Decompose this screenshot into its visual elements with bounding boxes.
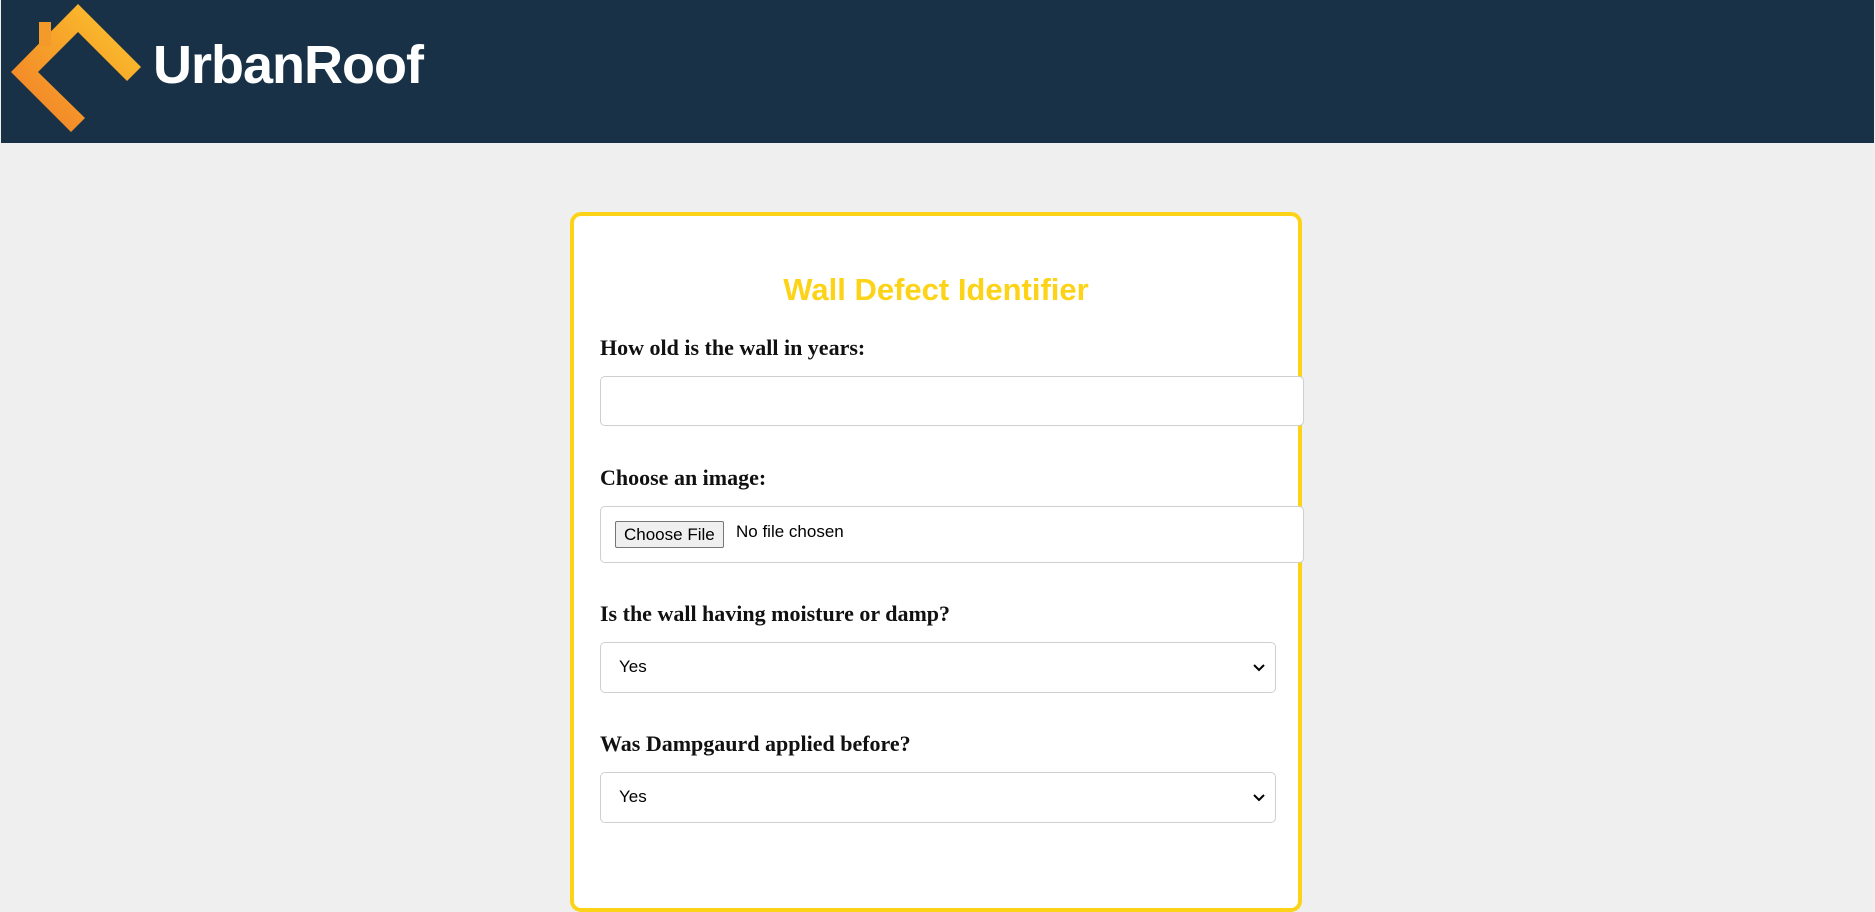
brand-logo[interactable]: UrbanRoof (11, 0, 424, 132)
moisture-selected-value: Yes (619, 657, 647, 676)
wall-age-input[interactable] (600, 376, 1304, 426)
chevron-down-icon (1251, 659, 1267, 675)
brand-name: UrbanRoof (153, 35, 424, 95)
moisture-select[interactable]: Yes (600, 642, 1276, 693)
image-label: Choose an image: (600, 465, 767, 490)
defect-form-card: Wall Defect Identifier How old is the wa… (570, 212, 1304, 912)
moisture-label: Is the wall having moisture or damp? (600, 601, 951, 626)
dampguard-label: Was Dampgaurd applied before? (600, 731, 911, 756)
dampguard-selected-value: Yes (619, 787, 647, 806)
wall-age-label: How old is the wall in years: (600, 335, 866, 360)
house-diamond-logo-icon (11, 0, 141, 132)
form-title: Wall Defect Identifier (783, 272, 1089, 307)
chevron-down-icon (1251, 789, 1267, 805)
image-file-input[interactable]: Choose File No file chosen (600, 506, 1304, 563)
choose-file-button[interactable]: Choose File (615, 521, 724, 548)
header-bar: UrbanRoof (1, 0, 1874, 143)
file-status-text: No file chosen (736, 522, 844, 541)
dampguard-select[interactable]: Yes (600, 772, 1276, 823)
